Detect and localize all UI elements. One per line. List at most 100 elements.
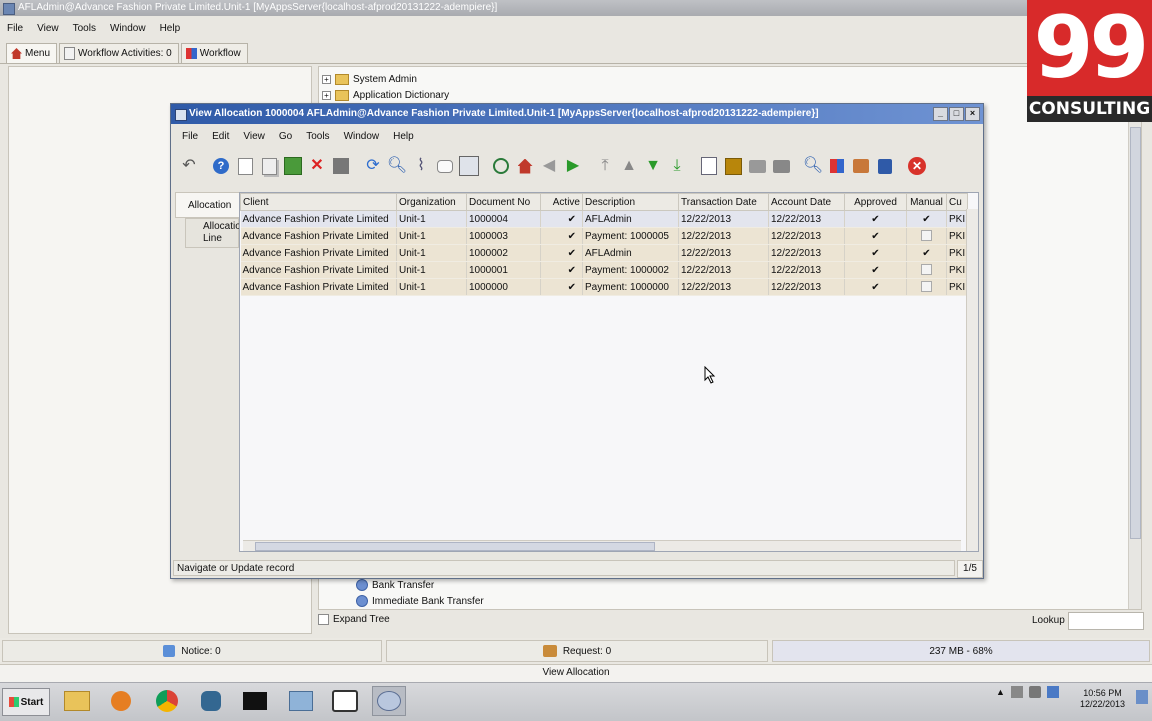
menu-view[interactable]: View bbox=[30, 20, 66, 38]
column-header-account-date[interactable]: Account Date bbox=[768, 193, 845, 211]
tree-item-immediate-bank-transfer[interactable]: Immediate Bank Transfer bbox=[356, 595, 484, 607]
table-row[interactable]: Advance Fashion Private Limited Unit-1 1… bbox=[240, 210, 969, 228]
cell-transaction-date[interactable]: 12/22/2013 bbox=[678, 278, 769, 296]
delete-icon[interactable]: ✕ bbox=[305, 154, 329, 178]
tray-icon[interactable] bbox=[1010, 686, 1023, 698]
expand-tree-checkbox[interactable]: Expand Tree bbox=[318, 614, 390, 625]
menu-window[interactable]: Window bbox=[337, 128, 387, 146]
cell-document-no[interactable]: 1000004 bbox=[466, 210, 541, 228]
table-row[interactable]: Advance Fashion Private Limited Unit-1 1… bbox=[240, 278, 969, 296]
cell-account-date[interactable]: 12/22/2013 bbox=[768, 210, 845, 228]
print-icon[interactable] bbox=[769, 154, 793, 178]
zoom-across-icon[interactable]: 🔍︎ bbox=[801, 154, 825, 178]
menu-view[interactable]: View bbox=[236, 128, 272, 146]
grid-vertical-scrollbar[interactable] bbox=[966, 209, 978, 551]
cell-active-checkbox[interactable]: ✔ bbox=[540, 261, 583, 279]
cell-manual-checkbox[interactable]: ✔ bbox=[906, 210, 947, 228]
product-info-icon[interactable] bbox=[849, 154, 873, 178]
column-header-transaction-date[interactable]: Transaction Date bbox=[678, 193, 769, 211]
cell-account-date[interactable]: 12/22/2013 bbox=[768, 227, 845, 245]
cell-client[interactable]: Advance Fashion Private Limited bbox=[240, 227, 397, 245]
tab-workflow[interactable]: Workflow bbox=[180, 43, 248, 63]
menu-edit[interactable]: Edit bbox=[205, 128, 236, 146]
save-icon[interactable] bbox=[281, 154, 305, 178]
column-header-document-no[interactable]: Document No bbox=[466, 193, 541, 211]
column-header-active[interactable]: Active bbox=[540, 193, 583, 211]
attachment-icon[interactable]: ⌇ bbox=[409, 154, 433, 178]
menu-tools[interactable]: Tools bbox=[299, 128, 336, 146]
cell-account-date[interactable]: 12/22/2013 bbox=[768, 278, 845, 296]
new-record-icon[interactable] bbox=[233, 154, 257, 178]
cell-organization[interactable]: Unit-1 bbox=[396, 227, 467, 245]
menu-file[interactable]: File bbox=[175, 128, 205, 146]
menu-window[interactable]: Window bbox=[103, 20, 153, 38]
cell-document-no[interactable]: 1000001 bbox=[466, 261, 541, 279]
cell-transaction-date[interactable]: 12/22/2013 bbox=[678, 261, 769, 279]
cell-transaction-date[interactable]: 12/22/2013 bbox=[678, 227, 769, 245]
cell-description[interactable]: Payment: 1000002 bbox=[582, 261, 679, 279]
start-button[interactable]: Start bbox=[2, 688, 50, 716]
report-icon[interactable] bbox=[697, 154, 721, 178]
cell-active-checkbox[interactable]: ✔ bbox=[540, 210, 583, 228]
tab-allocation[interactable]: Allocation bbox=[175, 192, 239, 218]
cell-account-date[interactable]: 12/22/2013 bbox=[768, 261, 845, 279]
taskbar-media-player[interactable] bbox=[104, 686, 138, 716]
taskbar-app[interactable] bbox=[284, 686, 318, 716]
cell-approved-checkbox[interactable]: ✔ bbox=[844, 210, 907, 228]
menu-tools[interactable]: Tools bbox=[66, 20, 103, 38]
notice-cell[interactable]: Notice: 0 bbox=[2, 640, 382, 662]
checkbox-icon[interactable] bbox=[318, 614, 329, 625]
find-icon[interactable]: 🔍︎ bbox=[385, 154, 409, 178]
maximize-icon[interactable]: □ bbox=[949, 107, 964, 121]
menu-help[interactable]: Help bbox=[386, 128, 421, 146]
cell-organization[interactable]: Unit-1 bbox=[396, 210, 467, 228]
column-header-manual[interactable]: Manual bbox=[906, 193, 947, 211]
cell-organization[interactable]: Unit-1 bbox=[396, 261, 467, 279]
cell-client[interactable]: Advance Fashion Private Limited bbox=[240, 278, 397, 296]
copy-record-icon[interactable] bbox=[257, 154, 281, 178]
menu-file[interactable]: File bbox=[0, 20, 30, 38]
cell-description[interactable]: AFLAdmin bbox=[582, 244, 679, 262]
cell-client[interactable]: Advance Fashion Private Limited bbox=[240, 244, 397, 262]
cell-description[interactable]: AFLAdmin bbox=[582, 210, 679, 228]
cell-account-date[interactable]: 12/22/2013 bbox=[768, 244, 845, 262]
refresh-icon[interactable]: ⟳ bbox=[361, 154, 385, 178]
grid-toggle-icon[interactable] bbox=[457, 154, 481, 178]
last-record-icon[interactable]: ⤓ bbox=[665, 154, 689, 178]
request-cell[interactable]: Request: 0 bbox=[386, 640, 768, 662]
parent-icon[interactable]: ◀ bbox=[537, 154, 561, 178]
column-header-approved[interactable]: Approved bbox=[844, 193, 907, 211]
taskbar-app-2[interactable] bbox=[328, 686, 362, 716]
cell-document-no[interactable]: 1000002 bbox=[466, 244, 541, 262]
column-header-description[interactable]: Description bbox=[582, 193, 679, 211]
cell-approved-checkbox[interactable]: ✔ bbox=[844, 278, 907, 296]
tree-item-system-admin[interactable]: + System Admin bbox=[322, 74, 417, 85]
show-desktop-icon[interactable] bbox=[1136, 690, 1148, 707]
taskbar-explorer[interactable] bbox=[60, 686, 94, 716]
taskbar-clock[interactable]: 10:56 PM 12/22/2013 bbox=[1080, 688, 1125, 710]
grid-horizontal-scrollbar[interactable] bbox=[243, 540, 961, 551]
cell-manual-checkbox[interactable] bbox=[906, 278, 947, 296]
cell-approved-checkbox[interactable]: ✔ bbox=[844, 227, 907, 245]
cell-description[interactable]: Payment: 1000000 bbox=[582, 278, 679, 296]
cell-active-checkbox[interactable]: ✔ bbox=[540, 244, 583, 262]
cell-client[interactable]: Advance Fashion Private Limited bbox=[240, 210, 397, 228]
cell-currency[interactable]: PKI bbox=[946, 210, 969, 228]
print-preview-icon[interactable] bbox=[745, 154, 769, 178]
cell-approved-checkbox[interactable]: ✔ bbox=[844, 261, 907, 279]
cell-transaction-date[interactable]: 12/22/2013 bbox=[678, 244, 769, 262]
cell-manual-checkbox[interactable] bbox=[906, 227, 947, 245]
record-count[interactable]: 1/5 bbox=[957, 560, 983, 578]
cell-document-no[interactable]: 1000000 bbox=[466, 278, 541, 296]
column-header-currency[interactable]: Cu bbox=[945, 193, 969, 211]
close-icon[interactable]: × bbox=[965, 107, 980, 121]
menu-go[interactable]: Go bbox=[272, 128, 299, 146]
cell-currency[interactable]: PKI bbox=[946, 261, 969, 279]
cell-organization[interactable]: Unit-1 bbox=[396, 278, 467, 296]
tree-item-application-dictionary[interactable]: + Application Dictionary bbox=[322, 90, 449, 101]
cell-manual-checkbox[interactable] bbox=[906, 261, 947, 279]
menu-help[interactable]: Help bbox=[153, 20, 188, 38]
active-workflows-icon[interactable] bbox=[825, 154, 849, 178]
taskbar-postgres[interactable] bbox=[194, 686, 228, 716]
archive-icon[interactable] bbox=[721, 154, 745, 178]
